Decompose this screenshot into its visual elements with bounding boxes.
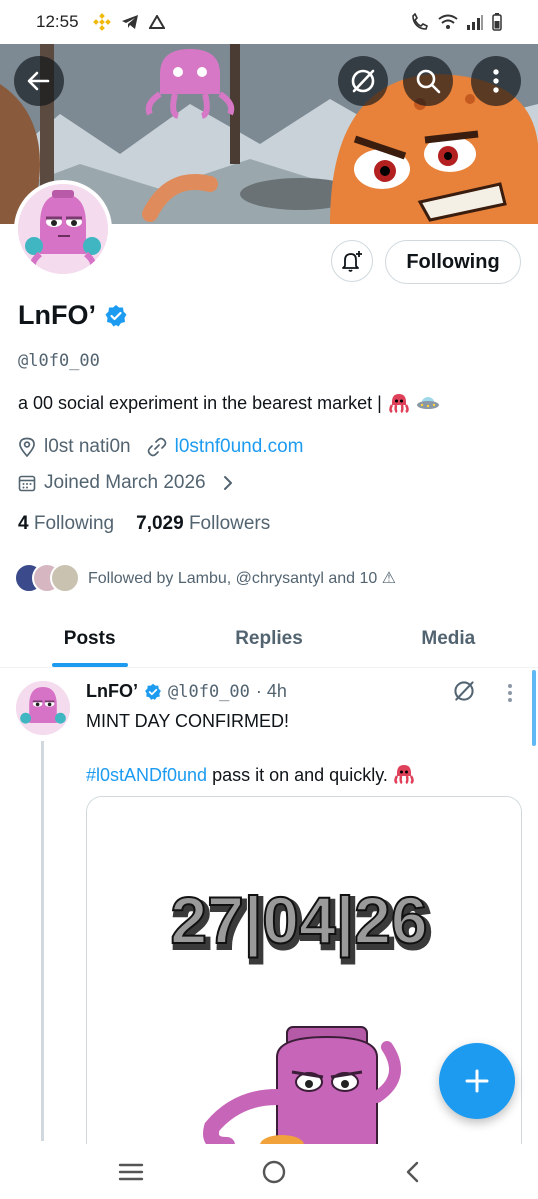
website-link[interactable]: l0stnf0und.com xyxy=(175,436,304,458)
plus-icon xyxy=(465,1069,489,1093)
profile-tabs: Posts Replies Media xyxy=(0,610,538,668)
tweet-text: MINT DAY CONFIRMED! xyxy=(86,711,290,731)
tab-media[interactable]: Media xyxy=(359,610,538,667)
warning-icon xyxy=(148,15,165,29)
thread-line xyxy=(41,741,44,1141)
more-vert-icon xyxy=(493,69,499,93)
bell-plus-icon xyxy=(342,251,362,272)
telegram-icon xyxy=(121,15,138,29)
notifications-button[interactable] xyxy=(331,240,373,282)
follower-avatar xyxy=(50,563,80,593)
back-nav-icon[interactable] xyxy=(404,1160,420,1184)
nostr-button[interactable] xyxy=(338,56,388,106)
tab-posts[interactable]: Posts xyxy=(0,610,179,667)
joined-row[interactable]: Joined March 2026 xyxy=(18,472,234,494)
tweet-hashtag[interactable]: #l0stANDf0und xyxy=(86,765,207,785)
following-label: Following xyxy=(33,513,115,534)
tab-replies[interactable]: Replies xyxy=(179,610,358,667)
followers-count: 7,029 xyxy=(136,513,184,534)
system-nav-bar xyxy=(0,1144,538,1199)
profile-handle: @l0f0_00 xyxy=(18,351,100,371)
octopus-emoji-icon xyxy=(389,394,409,414)
display-name-row: LnFO’ xyxy=(18,300,128,331)
more-vert-icon[interactable] xyxy=(507,683,513,703)
calendar-icon xyxy=(18,475,36,492)
octopus-avatar-art xyxy=(16,681,70,735)
status-bar: 12:55 xyxy=(0,0,538,44)
wifi-icon xyxy=(438,14,458,29)
signal-icon xyxy=(467,15,483,30)
followed-by-text: Followed by Lambu, @chrysantyl and 10 ⚠ xyxy=(88,570,397,587)
verified-badge-icon xyxy=(105,304,127,326)
tweet-time: · 4h xyxy=(255,681,287,701)
binance-icon xyxy=(92,13,111,31)
battery-icon xyxy=(492,13,502,31)
scroll-indicator[interactable] xyxy=(532,670,536,746)
ufo-emoji-icon xyxy=(416,397,439,409)
wifi-call-icon xyxy=(412,13,428,30)
display-name: LnFO’ xyxy=(18,300,96,330)
link-icon xyxy=(147,437,166,457)
tweet-author-name[interactable]: LnFO’ xyxy=(86,681,138,702)
following-button[interactable]: Following xyxy=(385,240,521,284)
location-pin-icon xyxy=(19,437,35,457)
location-text: l0st nati0n xyxy=(44,436,131,457)
location-website-row: l0st nati0n l0stnf0und.com xyxy=(18,436,303,458)
slashed-circle-icon[interactable] xyxy=(452,679,476,703)
bio-text: a 00 social experiment in the bearest ma… xyxy=(18,392,382,413)
tweet-header: LnFO’ @l0f0_00 · 4h xyxy=(86,681,287,702)
search-icon xyxy=(416,69,441,94)
followed-by-row[interactable]: Followed by Lambu, @chrysantyl and 10 ⚠ xyxy=(14,563,396,593)
following-count: 4 xyxy=(18,513,29,534)
following-count-link[interactable]: 4 Following xyxy=(18,513,114,535)
profile-avatar[interactable] xyxy=(14,180,112,278)
tweet-avatar[interactable] xyxy=(16,681,70,735)
home-icon[interactable] xyxy=(261,1159,287,1185)
followers-label: Followers xyxy=(188,513,271,534)
profile-bio: a 00 social experiment in the bearest ma… xyxy=(18,392,440,414)
chevron-right-icon xyxy=(223,476,232,490)
slashed-circle-icon xyxy=(351,69,375,93)
joined-text: Joined March 2026 xyxy=(44,472,206,493)
tweet-text-after: pass it on and quickly. xyxy=(212,765,388,785)
tweet-author-handle[interactable]: @l0f0_00 xyxy=(168,682,250,702)
recent-apps-icon[interactable] xyxy=(118,1162,144,1182)
search-button[interactable] xyxy=(403,56,453,106)
octopus-emoji-icon xyxy=(394,765,414,785)
arrow-left-icon xyxy=(27,71,50,91)
back-button[interactable] xyxy=(14,56,64,106)
verified-badge-icon xyxy=(145,683,161,700)
octopus-avatar-art xyxy=(18,184,108,274)
followers-count-link[interactable]: 7,029 Followers xyxy=(136,513,270,535)
compose-button[interactable] xyxy=(439,1043,515,1119)
status-time: 12:55 xyxy=(36,12,79,31)
media-date-text: 27|04|26 xyxy=(170,883,427,959)
follow-counts: 4 Following 7,029 Followers xyxy=(18,513,270,535)
tweet-text-line-2: #l0stANDf0und pass it on and quickly. xyxy=(86,763,415,787)
more-button[interactable] xyxy=(471,56,521,106)
